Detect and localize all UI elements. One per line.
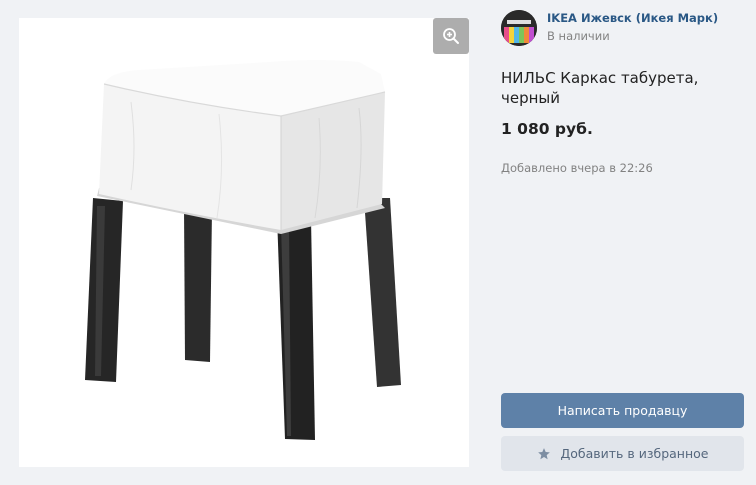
product-info-panel: IKEA Ижевск (Икея Марк) В наличии НИЛЬС … bbox=[500, 0, 756, 485]
product-title: НИЛЬС Каркас табурета, черный bbox=[501, 69, 699, 107]
add-favorite-button[interactable]: Добавить в избранное bbox=[501, 436, 744, 471]
zoom-in-icon bbox=[442, 27, 460, 45]
market-item-page: IKEA Ижевск (Икея Марк) В наличии НИЛЬС … bbox=[0, 0, 756, 485]
seller-row: IKEA Ижевск (Икея Марк) В наличии bbox=[500, 8, 756, 48]
write-seller-label: Написать продавцу bbox=[557, 403, 688, 418]
added-date: Добавлено вчера в 22:26 bbox=[501, 161, 653, 175]
product-photo-area[interactable] bbox=[19, 18, 469, 467]
seller-avatar[interactable] bbox=[501, 10, 537, 46]
write-seller-button[interactable]: Написать продавцу bbox=[501, 393, 744, 428]
seller-name-link[interactable]: IKEA Ижевск (Икея Марк) bbox=[547, 11, 718, 25]
add-favorite-label: Добавить в избранное bbox=[560, 446, 709, 461]
zoom-button[interactable] bbox=[433, 18, 469, 54]
product-price: 1 080 руб. bbox=[501, 120, 593, 138]
product-image[interactable] bbox=[19, 18, 469, 467]
star-icon bbox=[537, 447, 551, 461]
availability-status: В наличии bbox=[547, 29, 610, 43]
